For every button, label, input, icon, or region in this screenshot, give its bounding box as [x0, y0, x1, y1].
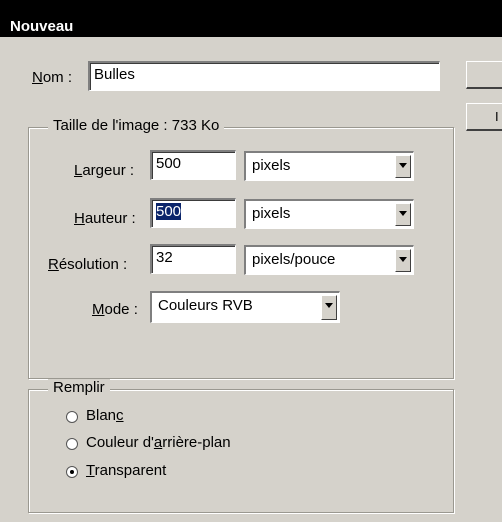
- mode-label: Mode :: [92, 301, 138, 318]
- resolution-unit-value: pixels/pouce: [252, 251, 336, 268]
- ok-button[interactable]: [466, 61, 502, 89]
- cancel-button[interactable]: I: [466, 103, 502, 131]
- radio-selected-icon[interactable]: [66, 466, 78, 478]
- window-title: Nouveau: [10, 18, 74, 35]
- fill-legend: Remplir: [48, 379, 110, 396]
- width-value: 500: [156, 155, 182, 172]
- radio-icon[interactable]: [66, 438, 78, 450]
- name-label: Nom :: [32, 69, 73, 86]
- mode-value: Couleurs RVB: [158, 297, 253, 314]
- fill-option-label: Blanc: [86, 407, 124, 424]
- resolution-input[interactable]: 32: [150, 244, 236, 274]
- title-bar[interactable]: Nouveau: [0, 0, 502, 37]
- new-document-dialog: Nom : Bulles I Taille de l'image : 733 K…: [0, 37, 502, 522]
- height-input[interactable]: 500: [150, 198, 236, 228]
- chevron-down-icon[interactable]: [395, 155, 411, 178]
- resolution-value: 32: [156, 249, 173, 266]
- fill-legend-label: Remplir: [53, 379, 105, 396]
- image-size-label: Taille de l'image :: [53, 117, 168, 134]
- radio-icon[interactable]: [66, 411, 78, 423]
- mode-select[interactable]: Couleurs RVB: [150, 291, 340, 323]
- width-label: Largeur :: [74, 162, 135, 179]
- height-unit-value: pixels: [252, 205, 291, 222]
- fill-option-label: Transparent: [86, 462, 167, 479]
- height-label: Hauteur :: [74, 210, 136, 227]
- cancel-button-label-fragment: I: [495, 109, 499, 124]
- height-unit-select[interactable]: pixels: [244, 199, 414, 229]
- width-input[interactable]: 500: [150, 150, 236, 180]
- image-size-value: 733 Ko: [171, 117, 220, 134]
- width-unit-select[interactable]: pixels: [244, 151, 414, 181]
- chevron-down-icon[interactable]: [395, 249, 411, 272]
- width-unit-value: pixels: [252, 157, 291, 174]
- chevron-down-icon[interactable]: [395, 203, 411, 226]
- name-input[interactable]: Bulles: [88, 61, 440, 91]
- height-value: 500: [156, 203, 182, 220]
- chevron-down-icon[interactable]: [321, 295, 337, 320]
- fill-option-label: Couleur d'arrière-plan: [86, 434, 231, 451]
- resolution-unit-select[interactable]: pixels/pouce: [244, 245, 414, 275]
- name-value: Bulles: [94, 66, 135, 83]
- image-size-legend: Taille de l'image : 733 Ko: [48, 117, 225, 134]
- resolution-label: Résolution :: [48, 256, 128, 273]
